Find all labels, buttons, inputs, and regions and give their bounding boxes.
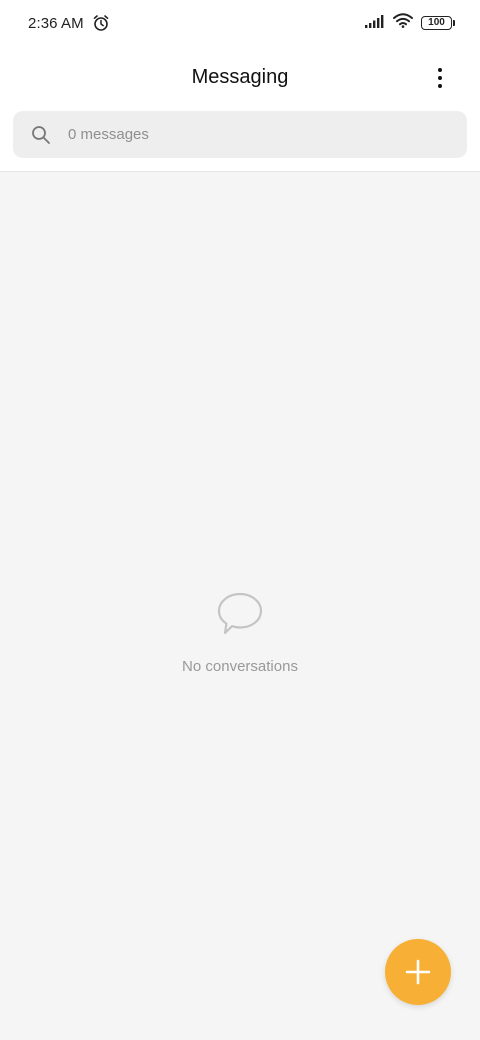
more-vertical-icon-dot	[438, 84, 442, 88]
status-bar: 2:36 AM 100	[0, 0, 480, 46]
messaging-screen: 2:36 AM 100 Messaging 0 messages No conv…	[0, 0, 480, 1040]
alarm-icon	[92, 14, 110, 32]
page-title: Messaging	[191, 65, 289, 88]
empty-state: No conversations	[0, 590, 480, 675]
more-vertical-icon-dot	[438, 68, 442, 72]
status-right: 100	[365, 13, 455, 33]
status-left: 2:36 AM	[28, 14, 110, 32]
more-options-button[interactable]	[424, 63, 456, 93]
battery-level: 100	[428, 17, 445, 28]
app-header: Messaging	[0, 46, 480, 108]
empty-state-text: No conversations	[182, 658, 298, 675]
search-icon	[31, 125, 51, 145]
status-time: 2:36 AM	[28, 14, 84, 32]
signal-icon	[365, 14, 385, 33]
new-conversation-button[interactable]	[385, 939, 451, 1005]
search-area	[0, 108, 480, 172]
search-bar[interactable]	[13, 111, 467, 158]
chat-bubble-icon	[216, 590, 264, 638]
more-vertical-icon-dot	[438, 76, 442, 80]
battery-icon: 100	[421, 16, 455, 30]
search-input[interactable]	[68, 126, 449, 143]
wifi-icon	[393, 13, 413, 33]
plus-icon	[404, 958, 432, 986]
